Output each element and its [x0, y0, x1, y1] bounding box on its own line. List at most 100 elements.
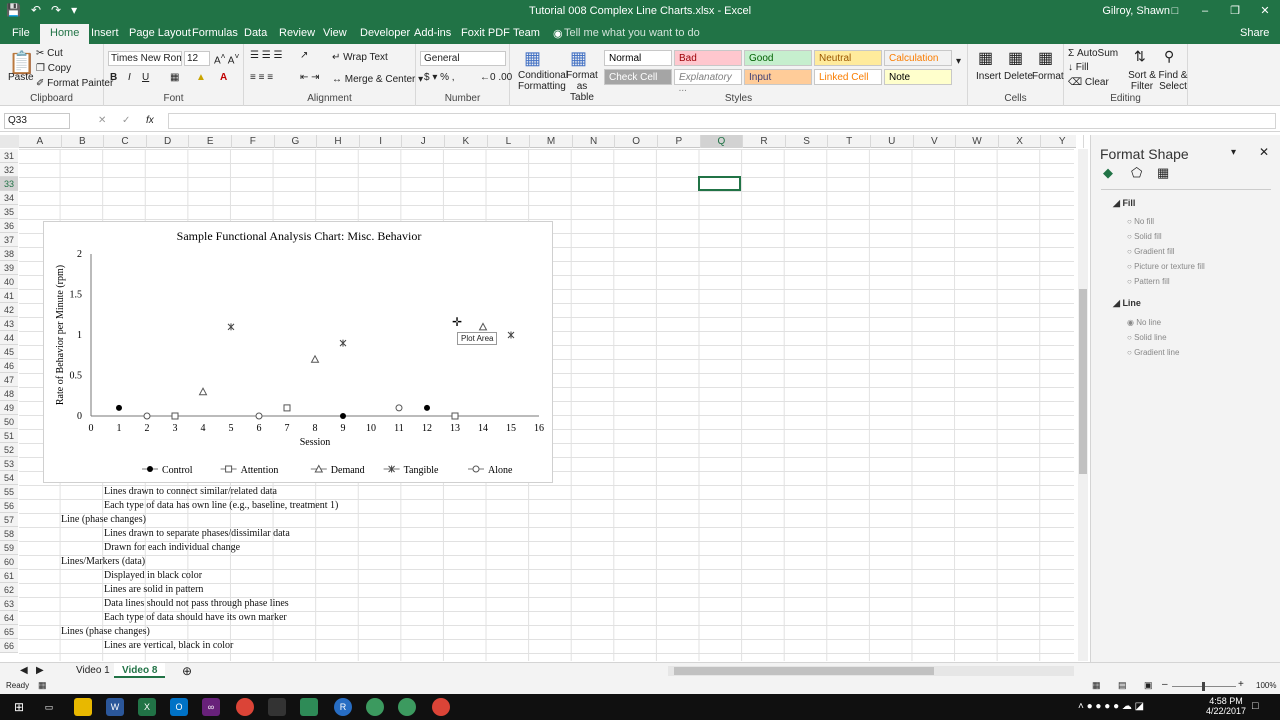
italic-icon[interactable]: I [128, 72, 131, 83]
column-header[interactable]: Y [1041, 135, 1084, 148]
find-icon[interactable]: ⚲ [1164, 48, 1174, 65]
row-header[interactable]: 39 [0, 261, 18, 275]
font-color-icon[interactable]: A [220, 72, 227, 83]
row-header[interactable]: 41 [0, 289, 18, 303]
font-name-select[interactable]: Times New Roma [108, 51, 182, 66]
tab-team[interactable]: Team [513, 27, 540, 39]
cell-text[interactable]: Lines are solid in pattern [104, 584, 203, 595]
picture-fill-option[interactable]: ○ Picture or texture fill [1127, 262, 1205, 271]
fill-line-icon[interactable]: ◆ [1103, 165, 1113, 181]
row-header[interactable]: 65 [0, 625, 18, 639]
row-header[interactable]: 40 [0, 275, 18, 289]
column-header[interactable]: M [530, 135, 573, 148]
r-icon[interactable]: R [334, 698, 352, 716]
cell-text[interactable]: Line (phase changes) [61, 514, 146, 525]
restore-icon[interactable]: ❐ [1220, 0, 1250, 22]
tab-page-layout[interactable]: Page Layout [129, 27, 191, 39]
function-icon[interactable]: fx [146, 115, 154, 126]
row-header[interactable]: 50 [0, 415, 18, 429]
column-header[interactable]: K [445, 135, 488, 148]
sort-icon[interactable]: ⇅ [1134, 48, 1146, 65]
app-icon[interactable] [268, 698, 286, 716]
row-header[interactable]: 51 [0, 429, 18, 443]
select-all-corner[interactable] [0, 135, 19, 148]
app-icon[interactable] [300, 698, 318, 716]
zoom-thumb[interactable] [1202, 682, 1205, 691]
vertical-scrollbar[interactable] [1078, 149, 1088, 661]
style-check-cell[interactable]: Check Cell [604, 69, 672, 85]
autosum-button[interactable]: Σ AutoSum [1068, 48, 1118, 59]
cell-text[interactable]: Each type of data should have its own ma… [104, 612, 287, 623]
column-header[interactable]: D [147, 135, 190, 148]
excel-icon[interactable]: X [138, 698, 156, 716]
row-header[interactable]: 57 [0, 513, 18, 527]
format-table-icon[interactable]: ▦ [570, 48, 587, 69]
row-header[interactable]: 44 [0, 331, 18, 345]
insert-cells-icon[interactable]: ▦ [978, 48, 993, 68]
column-header[interactable]: W [956, 135, 999, 148]
tab-foxit-pdf[interactable]: Foxit PDF [461, 27, 510, 39]
tab-formulas[interactable]: Formulas [192, 27, 238, 39]
row-header[interactable]: 60 [0, 555, 18, 569]
cut-button[interactable]: ✂ Cut [36, 48, 63, 59]
formula-input[interactable] [168, 113, 1276, 129]
pane-options-icon[interactable]: ▾ [1231, 147, 1236, 158]
close-icon[interactable]: ✕ [1250, 0, 1280, 22]
tab-file[interactable]: File [12, 27, 30, 39]
zoom-in-icon[interactable]: + [1238, 679, 1244, 690]
underline-icon[interactable]: U [142, 72, 149, 83]
style-neutral[interactable]: Neutral [814, 50, 882, 66]
column-header[interactable]: T [828, 135, 871, 148]
app-icon[interactable] [398, 698, 416, 716]
format-painter-button[interactable]: ✐ Format Painter [36, 78, 113, 89]
prev-sheet-icon[interactable]: ◀ [20, 665, 28, 676]
font-grow-icon[interactable]: A˄ A˅ [214, 51, 239, 66]
row-header[interactable]: 37 [0, 233, 18, 247]
outlook-icon[interactable]: O [170, 698, 188, 716]
no-fill-option[interactable]: ○ No fill [1127, 217, 1154, 226]
row-header[interactable]: 66 [0, 639, 18, 653]
row-header[interactable]: 52 [0, 443, 18, 457]
align-left-icon[interactable]: ≡ ≡ ≡ [250, 72, 273, 83]
normal-view-icon[interactable]: ▦ [1092, 680, 1101, 691]
delete-cells-icon[interactable]: ▦ [1008, 48, 1023, 68]
row-header[interactable]: 56 [0, 499, 18, 513]
fill-color-icon[interactable]: ▲ [196, 72, 206, 83]
column-header[interactable]: A [19, 135, 62, 148]
font-size-select[interactable]: 12 [184, 51, 210, 66]
column-header[interactable]: J [402, 135, 445, 148]
horizontal-scrollbar[interactable] [668, 666, 1074, 676]
new-sheet-icon[interactable]: ⊕ [182, 664, 192, 678]
chart[interactable]: Sample Functional Analysis Chart: Misc. … [43, 221, 553, 483]
format-cells-button[interactable]: Format [1032, 71, 1064, 82]
row-header[interactable]: 61 [0, 569, 18, 583]
tab-data[interactable]: Data [244, 27, 267, 39]
decimal-icon[interactable]: ←0 .00 [480, 72, 512, 83]
share-button[interactable]: Share [1240, 27, 1269, 39]
chrome-icon[interactable] [432, 698, 450, 716]
row-header[interactable]: 48 [0, 387, 18, 401]
scroll-thumb[interactable] [674, 667, 934, 675]
cell-text[interactable]: Displayed in black color [104, 570, 202, 581]
pane-close-icon[interactable]: ✕ [1259, 145, 1269, 159]
row-header[interactable]: 49 [0, 401, 18, 415]
fill-section[interactable]: ◢ Fill [1113, 198, 1135, 209]
cell-text[interactable]: Lines are vertical, black in color [104, 640, 233, 651]
page-layout-view-icon[interactable]: ▤ [1118, 680, 1127, 691]
cell-text[interactable]: Data lines should not pass through phase… [104, 598, 289, 609]
scroll-thumb[interactable] [1079, 289, 1087, 474]
insert-cells-button[interactable]: Insert [976, 71, 1001, 82]
orientation-icon[interactable]: ↗ [300, 50, 308, 61]
row-header[interactable]: 63 [0, 597, 18, 611]
tab-insert[interactable]: Insert [91, 27, 119, 39]
style-linked-cell[interactable]: Linked Cell [814, 69, 882, 85]
notifications-icon[interactable]: □ [1252, 700, 1259, 712]
sheet-tab-video-1[interactable]: Video 1 [68, 665, 118, 676]
cell-text[interactable]: Each type of data has own line (e.g., ba… [104, 500, 338, 511]
merge-center-button[interactable]: ↔ Merge & Center ▾ [332, 74, 423, 85]
format-cells-icon[interactable]: ▦ [1038, 48, 1053, 68]
sort-filter-button[interactable]: Sort & Filter [1128, 70, 1156, 92]
file-explorer-icon[interactable] [74, 698, 92, 716]
sheet-tab-video-8[interactable]: Video 8 [114, 663, 166, 678]
row-header[interactable]: 35 [0, 205, 18, 219]
